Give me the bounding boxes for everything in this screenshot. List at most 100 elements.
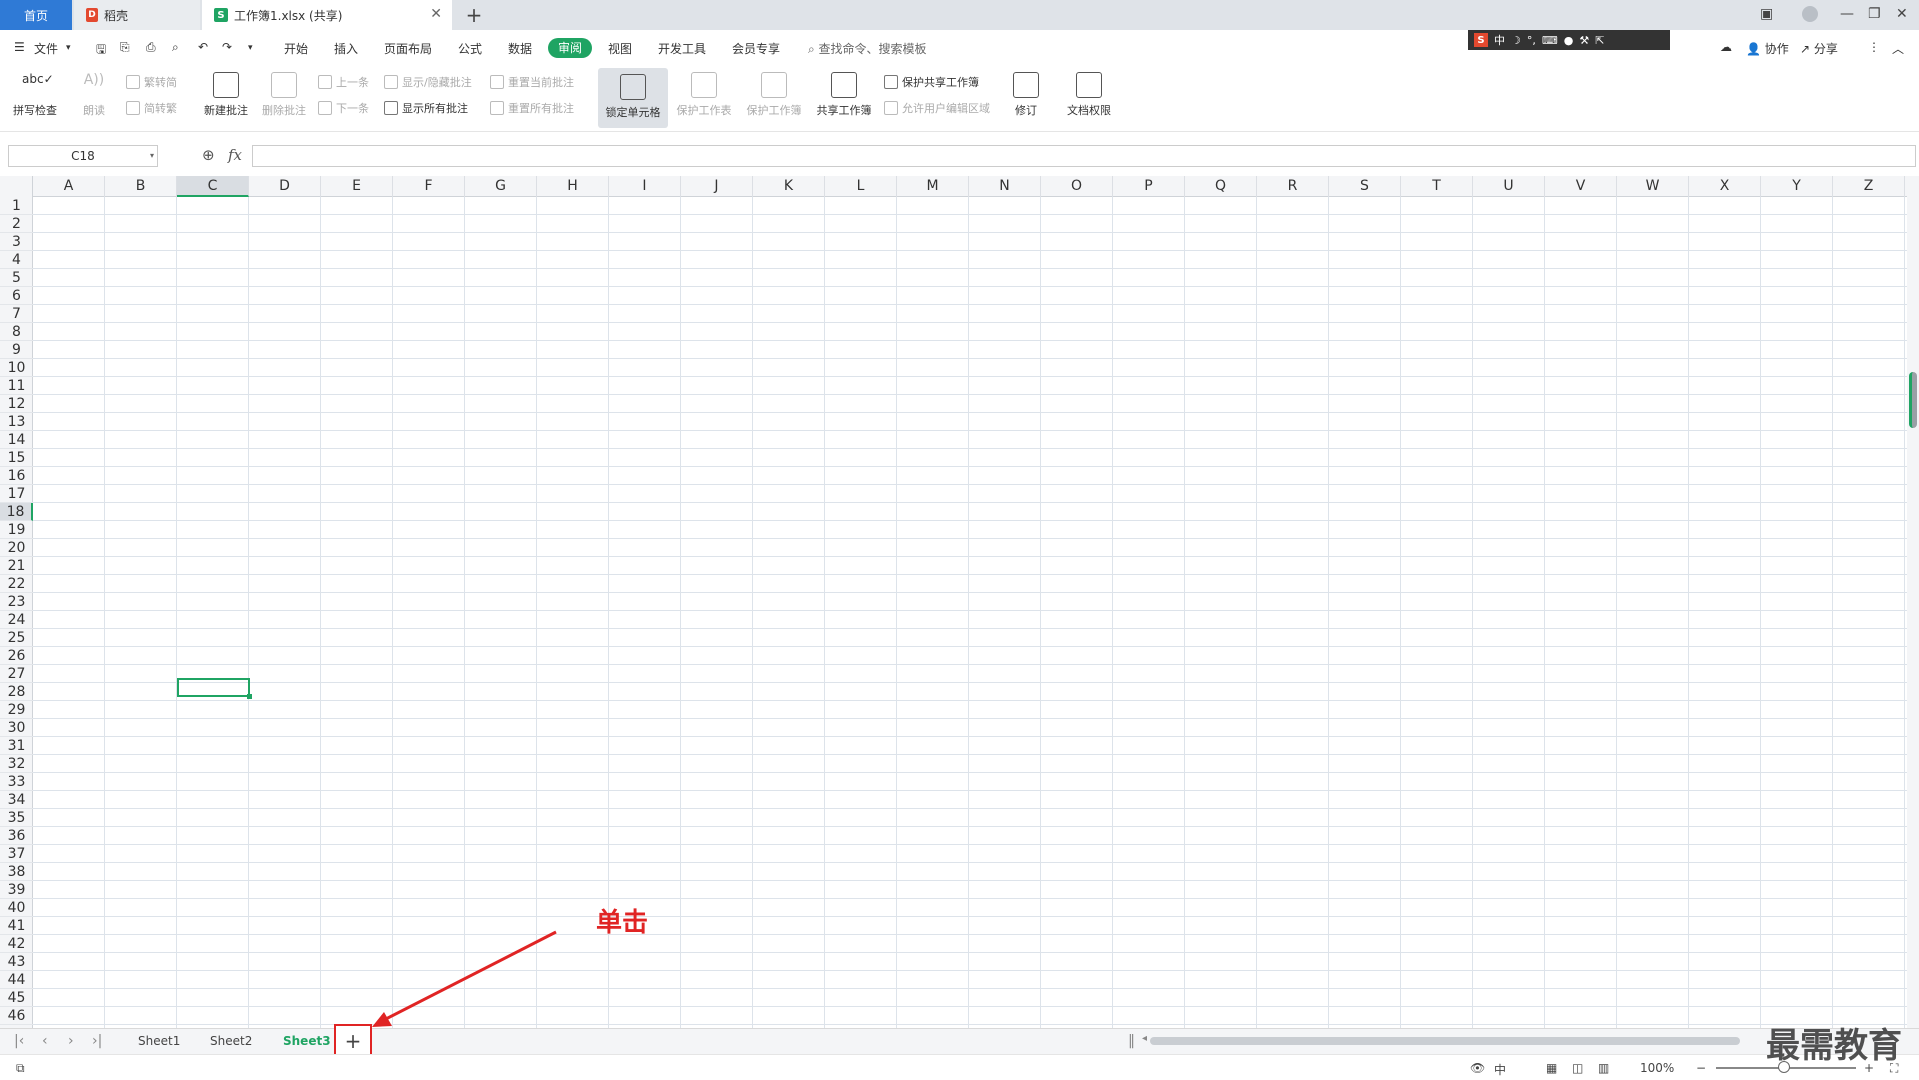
row-header-28[interactable]: 28 — [0, 683, 33, 701]
row-header-26[interactable]: 26 — [0, 647, 33, 665]
close-window-icon[interactable]: ✕ — [1896, 6, 1908, 22]
column-header-r[interactable]: R — [1257, 176, 1329, 197]
column-header-p[interactable]: P — [1113, 176, 1185, 197]
column-header-u[interactable]: U — [1473, 176, 1545, 197]
avatar[interactable] — [1802, 6, 1818, 22]
row-header-33[interactable]: 33 — [0, 773, 33, 791]
minimize-icon[interactable]: — — [1840, 6, 1854, 22]
layout-icon[interactable]: ▣ — [1760, 6, 1773, 22]
ime-toolbar[interactable]: S 中 ☽ °, ⌨ ● ⚒ ⇱ — [1468, 30, 1670, 50]
quick-access-dropdown-icon[interactable]: ▾ — [248, 43, 253, 53]
column-header-m[interactable]: M — [897, 176, 969, 197]
row-header-11[interactable]: 11 — [0, 377, 33, 395]
row-header-40[interactable]: 40 — [0, 899, 33, 917]
column-header-x[interactable]: X — [1689, 176, 1761, 197]
fill-handle[interactable] — [247, 694, 252, 699]
redo-icon[interactable]: ↷ — [222, 40, 232, 54]
row-header-7[interactable]: 7 — [0, 305, 33, 323]
row-header-23[interactable]: 23 — [0, 593, 33, 611]
column-header-d[interactable]: D — [249, 176, 321, 197]
column-header-i[interactable]: I — [609, 176, 681, 197]
row-header-30[interactable]: 30 — [0, 719, 33, 737]
menu-start[interactable]: 开始 — [284, 40, 308, 57]
row-header-41[interactable]: 41 — [0, 917, 33, 935]
column-header-g[interactable]: G — [465, 176, 537, 197]
wrench-icon[interactable]: ⚒ — [1579, 34, 1589, 47]
split-handle-icon[interactable]: ‖ — [1128, 1033, 1135, 1049]
row-header-6[interactable]: 6 — [0, 287, 33, 305]
expand-icon[interactable]: ⇱ — [1595, 34, 1604, 47]
protect-shared-workbook-button[interactable]: 保护共享工作簿 — [884, 74, 979, 90]
tab-daoke[interactable]: D 稻壳 — [74, 0, 200, 30]
column-header-j[interactable]: J — [681, 176, 753, 197]
prev-comment-button[interactable]: 上一条 — [318, 74, 369, 90]
row-header-24[interactable]: 24 — [0, 611, 33, 629]
tab-workbook[interactable]: S 工作簿1.xlsx (共享) ✕ — [202, 0, 452, 30]
collab-button[interactable]: 👤 协作 — [1746, 40, 1789, 57]
row-header-34[interactable]: 34 — [0, 791, 33, 809]
sheet-tab-3[interactable]: Sheet3 — [283, 1034, 331, 1048]
delete-comment-button[interactable]: 删除批注 — [258, 68, 310, 118]
row-header-25[interactable]: 25 — [0, 629, 33, 647]
read-aloud-button[interactable]: A)) 朗读 — [72, 68, 116, 118]
protect-sheet-button[interactable]: 保护工作表 — [672, 68, 736, 118]
reading-view-icon[interactable]: ▥ — [1598, 1061, 1609, 1075]
column-header-f[interactable]: F — [393, 176, 465, 197]
more-icon[interactable]: ⋮ — [1868, 40, 1880, 54]
row-header-5[interactable]: 5 — [0, 269, 33, 287]
menu-file[interactable]: 文件 — [34, 40, 58, 57]
column-header-v[interactable]: V — [1545, 176, 1617, 197]
lock-cell-button[interactable]: 锁定单元格 — [598, 68, 668, 128]
name-box[interactable]: C18 ▾ — [8, 145, 158, 167]
formula-input[interactable] — [252, 145, 1916, 167]
row-header-22[interactable]: 22 — [0, 575, 33, 593]
doc-permissions-button[interactable]: 文档权限 — [1062, 68, 1116, 118]
row-header-15[interactable]: 15 — [0, 449, 33, 467]
row-header-29[interactable]: 29 — [0, 701, 33, 719]
row-header-18[interactable]: 18 — [0, 503, 33, 521]
zoom-out-icon[interactable]: − — [1696, 1061, 1706, 1075]
spell-check-button[interactable]: abc✓ 拼写检查 — [10, 68, 60, 118]
eye-protection-icon[interactable]: 👁 — [1470, 1061, 1485, 1075]
reset-current-comment-button[interactable]: 重置当前批注 — [490, 74, 574, 90]
column-header-n[interactable]: N — [969, 176, 1041, 197]
row-header-31[interactable]: 31 — [0, 737, 33, 755]
add-sheet-button[interactable]: + — [334, 1024, 372, 1058]
sheet-tab-1[interactable]: Sheet1 — [138, 1034, 180, 1048]
column-header-b[interactable]: B — [105, 176, 177, 197]
restore-icon[interactable]: ❐ — [1868, 6, 1881, 22]
protect-workbook-button[interactable]: 保护工作簿 — [742, 68, 806, 118]
row-header-13[interactable]: 13 — [0, 413, 33, 431]
row-header-14[interactable]: 14 — [0, 431, 33, 449]
row-header-38[interactable]: 38 — [0, 863, 33, 881]
punctuation-icon[interactable]: °, — [1527, 34, 1536, 47]
menu-data[interactable]: 数据 — [508, 40, 532, 57]
menu-member[interactable]: 会员专享 — [732, 40, 780, 57]
track-changes-button[interactable]: 修订 — [1006, 68, 1046, 118]
row-header-37[interactable]: 37 — [0, 845, 33, 863]
scroll-left-icon[interactable]: ◂ — [1142, 1033, 1147, 1044]
vertical-scroll-thumb[interactable] — [1909, 372, 1917, 428]
user-icon[interactable]: ● — [1564, 34, 1574, 47]
macro-record-icon[interactable]: ⧉ — [16, 1061, 25, 1076]
print-preview-icon[interactable]: ⌕ — [172, 40, 179, 55]
prev-sheet-icon[interactable]: ‹ — [42, 1033, 48, 1049]
print-icon[interactable]: ⎙ — [146, 40, 156, 55]
simp-to-trad-button[interactable]: 简转繁 — [126, 100, 177, 116]
allow-edit-ranges-button[interactable]: 允许用户编辑区域 — [884, 100, 990, 116]
row-header-16[interactable]: 16 — [0, 467, 33, 485]
moon-icon[interactable]: ☽ — [1511, 34, 1521, 47]
vertical-scrollbar[interactable] — [1907, 176, 1919, 1028]
row-header-39[interactable]: 39 — [0, 881, 33, 899]
column-header-c[interactable]: C — [177, 176, 249, 197]
column-header-e[interactable]: E — [321, 176, 393, 197]
ime-mode[interactable]: 中 — [1494, 32, 1505, 48]
cell-area[interactable] — [33, 197, 1907, 1028]
row-header-4[interactable]: 4 — [0, 251, 33, 269]
row-header-36[interactable]: 36 — [0, 827, 33, 845]
column-header-h[interactable]: H — [537, 176, 609, 197]
close-tab-icon[interactable]: ✕ — [430, 6, 442, 22]
horizontal-scroll-thumb[interactable] — [1150, 1037, 1740, 1045]
column-header-w[interactable]: W — [1617, 176, 1689, 197]
menu-review[interactable]: 审阅 — [548, 38, 592, 58]
